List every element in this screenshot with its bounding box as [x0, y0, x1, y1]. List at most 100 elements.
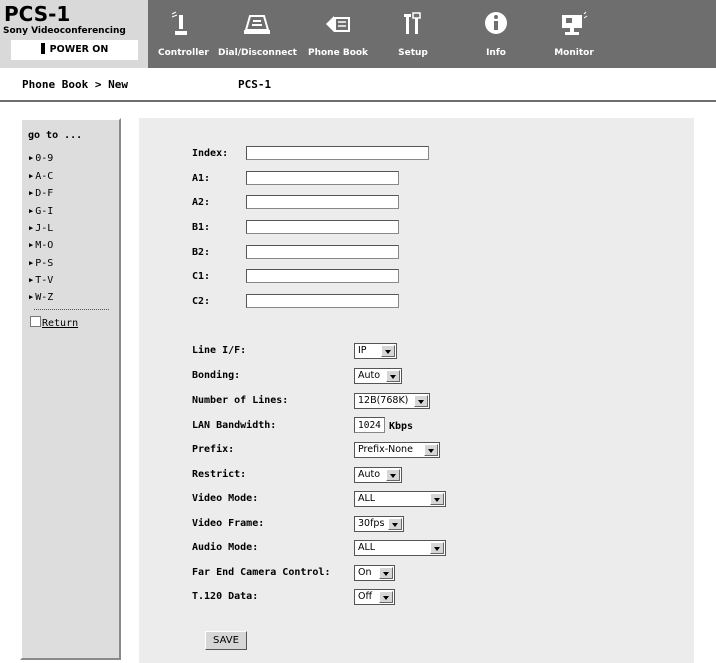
brand-block: PCS-1 Sony Videoconferencing POWER ON: [0, 0, 148, 68]
video-mode-label: Video Mode:: [192, 493, 259, 504]
page-title: PCS-1: [238, 78, 272, 91]
b2-input[interactable]: [246, 245, 399, 259]
sidebar-item-label: G-I: [35, 206, 54, 217]
num-lines-label: Number of Lines:: [192, 395, 289, 406]
c1-input[interactable]: [246, 269, 399, 283]
sidebar-item-label: W-Z: [35, 292, 54, 303]
sidebar-item-w-z[interactable]: ▶ W-Z: [29, 292, 53, 303]
select-value: IP: [358, 345, 367, 356]
sidebar-item-label: D-F: [35, 188, 54, 199]
video-frame-label: Video Frame:: [192, 518, 265, 529]
nav-info[interactable]: Info: [480, 10, 512, 62]
dropdown-arrow-icon: [424, 444, 438, 456]
sidebar-item-d-f[interactable]: ▶ D-F: [29, 188, 53, 199]
nav-label: Phone Book: [308, 48, 369, 58]
line-if-select[interactable]: IP: [354, 343, 397, 359]
t120-select[interactable]: Off: [354, 589, 395, 605]
nav-monitor[interactable]: Monitor: [552, 10, 596, 62]
c2-input[interactable]: [246, 294, 399, 308]
b1-label: B1:: [192, 222, 211, 233]
restrict-select[interactable]: Auto: [354, 467, 402, 483]
video-mode-select[interactable]: ALL: [354, 491, 446, 507]
top-header: PCS-1 Sony Videoconferencing POWER ON Co…: [0, 0, 716, 68]
prefix-select[interactable]: Prefix-None: [354, 442, 440, 458]
sidebar-item-label: 0-9: [35, 153, 54, 164]
line-if-label: Line I/F:: [192, 345, 247, 356]
dropdown-arrow-icon: [379, 591, 393, 603]
select-value: Prefix-None: [358, 444, 413, 455]
select-value: ALL: [358, 542, 376, 553]
product-name: PCS-1: [4, 2, 71, 26]
power-status: POWER ON: [11, 40, 138, 60]
a1-input[interactable]: [246, 171, 399, 185]
sidebar-item-j-l[interactable]: ▶ J-L: [29, 223, 53, 234]
triangle-right-icon: ▶: [29, 172, 34, 180]
dropdown-arrow-icon: [386, 469, 400, 481]
form-panel: [139, 118, 694, 663]
bonding-select[interactable]: Auto: [354, 368, 402, 384]
index-input[interactable]: [246, 146, 429, 160]
nav-phone-book[interactable]: Phone Book: [308, 10, 368, 62]
num-lines-select[interactable]: 12B(768K): [354, 393, 430, 409]
lan-bandwidth-unit: Kbps: [389, 421, 414, 432]
a2-label: A2:: [192, 197, 211, 208]
dropdown-arrow-icon: [388, 518, 402, 530]
return-checkbox-icon: [30, 316, 41, 327]
nav-setup[interactable]: Setup: [393, 10, 433, 62]
sidebar-item-p-s[interactable]: ▶ P-S: [29, 258, 53, 269]
controller-icon: [171, 11, 187, 35]
nav-controller[interactable]: Controller: [158, 10, 209, 62]
triangle-right-icon: ▶: [29, 241, 34, 249]
sidebar-item-a-c[interactable]: ▶ A-C: [29, 171, 53, 182]
lan-bandwidth-input[interactable]: [354, 417, 385, 433]
a2-input[interactable]: [246, 195, 399, 209]
breadcrumb: Phone Book > New: [22, 78, 128, 91]
phone-book-icon: [326, 16, 350, 32]
video-frame-select[interactable]: 30fps: [354, 516, 404, 532]
sidebar-divider: [34, 309, 109, 310]
triangle-right-icon: ▶: [29, 224, 34, 232]
audio-mode-label: Audio Mode:: [192, 542, 259, 553]
triangle-right-icon: ▶: [29, 276, 34, 284]
triangle-right-icon: ▶: [29, 259, 34, 267]
sidebar-item-label: J-L: [35, 223, 54, 234]
c2-label: C2:: [192, 296, 211, 307]
bonding-label: Bonding:: [192, 370, 241, 381]
sidebar-item-t-v[interactable]: ▶ T-V: [29, 275, 53, 286]
dropdown-arrow-icon: [430, 493, 444, 505]
dropdown-arrow-icon: [430, 542, 444, 554]
triangle-right-icon: ▶: [29, 293, 34, 301]
select-value: On: [358, 567, 372, 578]
nav-dial-disconnect[interactable]: Dial/Disconnect: [218, 10, 297, 62]
goto-sidebar: go to ... ▶ 0-9 ▶ A-C ▶ D-F ▶ G-I ▶ J-L ▶ M-O …: [20, 118, 121, 660]
save-button[interactable]: SAVE: [205, 631, 247, 650]
fecc-select[interactable]: On: [354, 565, 395, 581]
t120-label: T.120 Data:: [192, 591, 259, 602]
prefix-label: Prefix:: [192, 444, 235, 455]
triangle-right-icon: ▶: [29, 154, 34, 162]
nav-label: Dial/Disconnect: [218, 48, 297, 58]
nav-label: Monitor: [554, 48, 594, 58]
c1-label: C1:: [192, 271, 211, 282]
b1-input[interactable]: [246, 220, 399, 234]
sidebar-item-m-o[interactable]: ▶ M-O: [29, 240, 53, 251]
lan-bandwidth-label: LAN Bandwidth:: [192, 420, 277, 431]
product-subtitle: Sony Videoconferencing: [3, 26, 126, 36]
info-icon: [485, 12, 507, 34]
audio-mode-select[interactable]: ALL: [354, 540, 446, 556]
fecc-label: Far End Camera Control:: [192, 567, 331, 578]
power-label: POWER ON: [49, 44, 109, 55]
sidebar-item-g-i[interactable]: ▶ G-I: [29, 206, 53, 217]
sidebar-item-label: T-V: [35, 275, 54, 286]
b2-label: B2:: [192, 247, 211, 258]
sidebar-item-0-9[interactable]: ▶ 0-9: [29, 153, 53, 164]
return-link[interactable]: Return: [30, 316, 78, 329]
index-label: Index:: [192, 148, 229, 159]
power-indicator-icon: [40, 43, 45, 54]
nav-label: Info: [486, 48, 506, 58]
triangle-right-icon: ▶: [29, 189, 34, 197]
sidebar-item-label: A-C: [35, 171, 54, 182]
nav-label: Setup: [398, 48, 428, 58]
triangle-right-icon: ▶: [29, 207, 34, 215]
dropdown-arrow-icon: [414, 395, 428, 407]
